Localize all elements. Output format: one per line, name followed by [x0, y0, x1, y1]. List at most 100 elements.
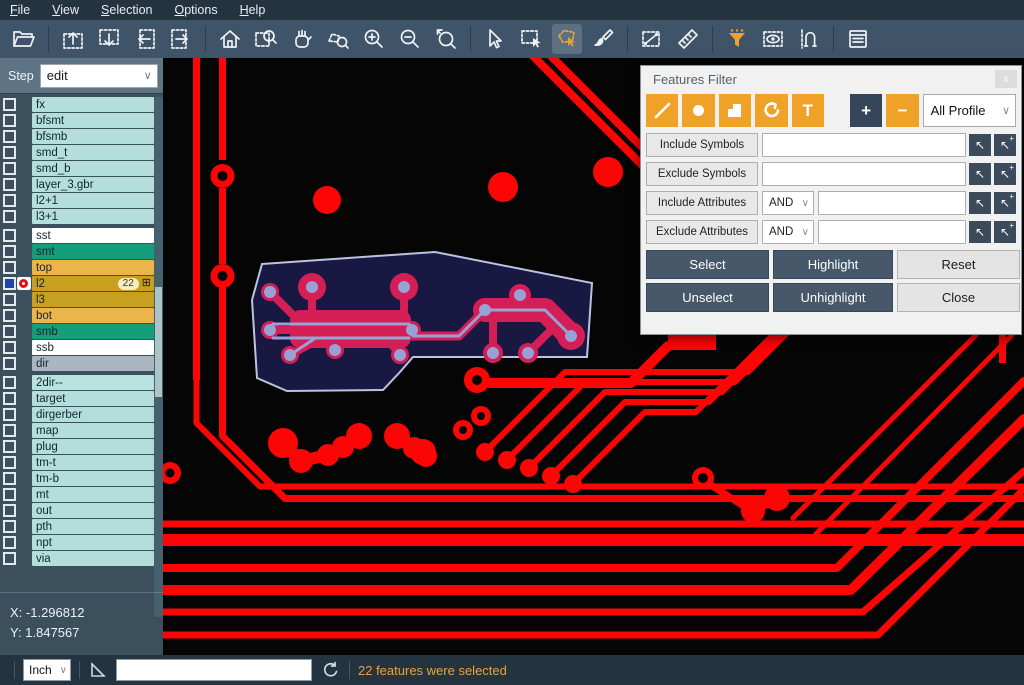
add-filter-button[interactable]: + — [850, 94, 882, 127]
highlight-button[interactable]: Highlight — [773, 250, 893, 279]
layer-visibility-checkbox[interactable] — [3, 472, 16, 485]
select-rectangle-icon[interactable] — [516, 24, 546, 54]
layer-name[interactable]: 2dir-- — [32, 375, 154, 390]
layer-row-bot[interactable]: bot — [0, 308, 154, 323]
layer-visibility-checkbox[interactable] — [3, 408, 16, 421]
angle-mode-icon[interactable] — [88, 660, 108, 680]
zoom-area-icon[interactable] — [251, 24, 281, 54]
open-file-icon[interactable] — [9, 24, 39, 54]
log-panel-icon[interactable] — [843, 24, 873, 54]
select-arrow-icon[interactable] — [480, 24, 510, 54]
layer-row-l3[interactable]: l3 — [0, 292, 154, 307]
layer-name[interactable]: map — [32, 423, 154, 438]
pad-feature-button[interactable] — [682, 94, 714, 127]
layer-visibility-checkbox[interactable] — [3, 98, 16, 111]
filter-label-button[interactable]: Include Symbols — [646, 133, 758, 157]
surface-feature-button[interactable] — [719, 94, 751, 127]
refresh-icon[interactable] — [321, 660, 341, 680]
layer-name[interactable]: tm-t — [32, 455, 154, 470]
layer-visibility-checkbox[interactable] — [3, 440, 16, 453]
layer-name[interactable]: l222⊞ — [32, 276, 154, 291]
layer-name[interactable]: plug — [32, 439, 154, 454]
zoom-out-icon[interactable] — [395, 24, 425, 54]
layer-scrollbar-thumb[interactable] — [155, 287, 162, 397]
layer-visibility-checkbox[interactable] — [3, 210, 16, 223]
text-feature-button[interactable]: T — [792, 94, 824, 127]
menu-help[interactable]: Help — [240, 3, 266, 17]
layer-visibility-checkbox[interactable] — [3, 194, 16, 207]
select-polygon-icon[interactable] — [552, 24, 582, 54]
layer-name[interactable]: target — [32, 391, 154, 406]
view-options-icon[interactable] — [758, 24, 788, 54]
layer-visibility-checkbox[interactable] — [3, 357, 16, 370]
pick-icon[interactable]: ↖ — [969, 134, 991, 156]
layer-row-via[interactable]: via — [0, 551, 154, 566]
layer-row-smb[interactable]: smb — [0, 324, 154, 339]
layer-name[interactable]: dirgerber — [32, 407, 154, 422]
layer-row-npt[interactable]: npt — [0, 535, 154, 550]
select-brush-icon[interactable] — [588, 24, 618, 54]
pick-icon[interactable]: ↖ — [969, 192, 991, 214]
menu-view[interactable]: View — [52, 3, 79, 17]
layer-grid-icon[interactable]: ⊞ — [142, 278, 151, 289]
layer-visibility-checkbox[interactable] — [3, 229, 16, 242]
layer-row-l2[interactable]: l222⊞ — [0, 276, 154, 291]
layer-name[interactable]: via — [32, 551, 154, 566]
layer-visibility-checkbox[interactable] — [3, 424, 16, 437]
pan-up-icon[interactable] — [58, 24, 88, 54]
operator-select[interactable]: AND∨ — [762, 220, 814, 244]
layer-scrollbar[interactable] — [154, 97, 163, 617]
layer-visibility-checkbox[interactable] — [3, 309, 16, 322]
layer-name[interactable]: smd_b — [32, 161, 154, 176]
pan-hand-icon[interactable] — [287, 24, 317, 54]
filter-label-button[interactable]: Exclude Attributes — [646, 220, 758, 244]
filter-value-input[interactable] — [818, 191, 966, 215]
layer-row-l2+1[interactable]: l2+1 — [0, 193, 154, 208]
zoom-previous-icon[interactable] — [431, 24, 461, 54]
layer-row-smd_t[interactable]: smd_t — [0, 145, 154, 160]
layer-name[interactable]: npt — [32, 535, 154, 550]
pan-down-icon[interactable] — [94, 24, 124, 54]
layer-row-fx[interactable]: fx — [0, 97, 154, 112]
pick-icon[interactable]: ↖ — [969, 163, 991, 185]
snap-mode-icon[interactable] — [794, 24, 824, 54]
layer-visibility-checkbox[interactable] — [3, 325, 16, 338]
layer-row-out[interactable]: out — [0, 503, 154, 518]
layer-row-tm-b[interactable]: tm-b — [0, 471, 154, 486]
layer-row-bfsmb[interactable]: bfsmb — [0, 129, 154, 144]
layer-row-l3+1[interactable]: l3+1 — [0, 209, 154, 224]
layer-name[interactable]: ssb — [32, 340, 154, 355]
unit-select[interactable]: Inch ∨ — [23, 659, 71, 681]
unhighlight-button[interactable]: Unhighlight — [773, 283, 893, 312]
layer-row-bfsmt[interactable]: bfsmt — [0, 113, 154, 128]
operator-select[interactable]: AND∨ — [762, 191, 814, 215]
layer-visibility-checkbox[interactable] — [3, 376, 16, 389]
layer-row-mt[interactable]: mt — [0, 487, 154, 502]
filter-value-input[interactable] — [762, 133, 966, 157]
filter-value-input[interactable] — [818, 220, 966, 244]
layer-visibility-checkbox[interactable] — [3, 552, 16, 565]
menu-file[interactable]: File — [10, 3, 30, 17]
features-filter-icon[interactable] — [722, 24, 752, 54]
close-button[interactable]: Close — [897, 283, 1020, 312]
layer-visibility-checkbox[interactable] — [3, 114, 16, 127]
menu-options[interactable]: Options — [174, 3, 217, 17]
layer-visibility-checkbox[interactable] — [3, 277, 16, 290]
pan-right-icon[interactable] — [166, 24, 196, 54]
layer-visibility-checkbox[interactable] — [3, 293, 16, 306]
layer-name[interactable]: top — [32, 260, 154, 275]
layer-name[interactable]: dir — [32, 356, 154, 371]
layer-name[interactable]: l2+1 — [32, 193, 154, 208]
pan-left-icon[interactable] — [130, 24, 160, 54]
layer-row-pth[interactable]: pth — [0, 519, 154, 534]
layer-visibility-checkbox[interactable] — [3, 341, 16, 354]
select-button[interactable]: Select — [646, 250, 769, 279]
layer-visibility-checkbox[interactable] — [3, 130, 16, 143]
layer-row-smt[interactable]: smt — [0, 244, 154, 259]
layer-row-2dir--[interactable]: 2dir-- — [0, 375, 154, 390]
layer-row-smd_b[interactable]: smd_b — [0, 161, 154, 176]
layer-name[interactable]: smb — [32, 324, 154, 339]
layer-visibility-checkbox[interactable] — [3, 504, 16, 517]
layer-name[interactable]: smd_t — [32, 145, 154, 160]
layer-visibility-checkbox[interactable] — [3, 261, 16, 274]
